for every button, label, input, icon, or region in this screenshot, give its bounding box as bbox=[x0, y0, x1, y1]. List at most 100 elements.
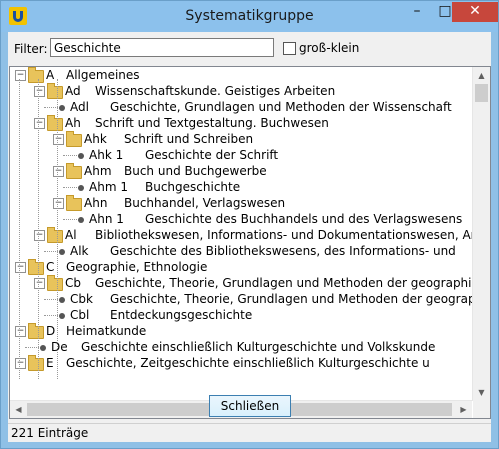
tree-row[interactable]: − E Geschichte, Zeitgeschichte einschließl… bbox=[10, 355, 470, 371]
collapse-icon[interactable]: − bbox=[15, 358, 26, 369]
scroll-right-icon[interactable]: ▶ bbox=[455, 401, 472, 418]
folder-icon bbox=[47, 227, 63, 243]
folder-icon bbox=[28, 67, 44, 83]
folder-icon bbox=[47, 83, 63, 99]
tree-item-code: Ahm bbox=[84, 164, 112, 178]
tree-connector bbox=[57, 79, 58, 379]
tree-row[interactable]: − D Heimatkunde bbox=[10, 323, 470, 339]
bullet-icon bbox=[78, 217, 84, 223]
tree-item-label: Geschichte der Schrift bbox=[145, 148, 279, 162]
tree-row[interactable]: − Cb Geschichte, Theorie, Grundlagen und M… bbox=[10, 275, 484, 291]
folder-icon bbox=[28, 259, 44, 275]
tree-item-code: Ahn bbox=[84, 196, 108, 210]
folder-icon bbox=[66, 163, 82, 179]
tree-item-label: Entdeckungsgeschichte bbox=[110, 308, 253, 322]
tree-item-label: Geschichte, Theorie, Grundlagen und Meth… bbox=[110, 292, 491, 306]
collapse-icon[interactable]: − bbox=[53, 134, 64, 145]
tree-connector bbox=[44, 315, 58, 316]
tree-row[interactable]: Cbl Entdeckungsgeschichte bbox=[10, 307, 470, 323]
entry-count: 221 Einträge bbox=[11, 426, 89, 440]
tree-item-label: Geschichte des Buchhandels und des Verla… bbox=[145, 212, 463, 226]
tree-item-code: Cbl bbox=[70, 308, 90, 322]
scrollbar-corner bbox=[473, 401, 490, 418]
dialog-window: Systematikgruppe – □ ✕ Filter: groß-klei… bbox=[0, 0, 499, 449]
vertical-scrollbar[interactable]: ▲ ▼ bbox=[472, 67, 490, 401]
tree-row[interactable]: − Al Bibliothekswesen, Informations- und D… bbox=[10, 227, 482, 243]
tree-item-label: Allgemeines bbox=[66, 68, 140, 82]
tree-connector bbox=[44, 107, 58, 108]
case-sensitive-checkbox[interactable] bbox=[283, 42, 296, 55]
tree-item-code: De bbox=[51, 340, 68, 354]
tree-item-label: Geschichte des Bibliothekswesens, des In… bbox=[110, 244, 456, 258]
title-bar[interactable]: Systematikgruppe – □ ✕ bbox=[1, 1, 498, 32]
category-tree[interactable]: − A Allgemeines − Ad Wissenschaftskunde. Geis… bbox=[9, 66, 491, 419]
tree-row[interactable]: − Ah Schrift und Textgestaltung. Buchwesen bbox=[10, 115, 470, 131]
collapse-icon[interactable]: − bbox=[53, 166, 64, 177]
tree-connector bbox=[63, 219, 77, 220]
tree-item-code: D bbox=[46, 324, 56, 338]
tree-item-code: Ahk 1 bbox=[89, 148, 124, 162]
case-sensitive-label: groß-klein bbox=[299, 41, 360, 55]
tree-item-code: Adl bbox=[70, 100, 89, 114]
tree-item-label: Geschichte, Zeitgeschichte einschließlic… bbox=[66, 356, 430, 370]
tree-row[interactable]: Cbk Geschichte, Theorie, Grundlagen und M… bbox=[10, 291, 490, 307]
folder-icon bbox=[47, 275, 63, 291]
tree-row[interactable]: De Geschichte einschließlich Kulturgeschi… bbox=[10, 339, 470, 355]
folder-icon bbox=[28, 323, 44, 339]
collapse-icon[interactable]: − bbox=[34, 230, 45, 241]
tree-item-label: Buchhandel, Verlagswesen bbox=[124, 196, 286, 210]
tree-connector bbox=[44, 251, 58, 252]
tree-row[interactable]: − C Geographie, Ethnologie bbox=[10, 259, 470, 275]
collapse-icon[interactable]: − bbox=[34, 86, 45, 97]
tree-row[interactable]: Ahk 1 Geschichte der Schrift bbox=[10, 147, 470, 163]
tree-item-label: Bibliothekswesen, Informations- und Doku… bbox=[95, 228, 482, 242]
tree-row[interactable]: − A Allgemeines bbox=[10, 67, 470, 83]
folder-icon bbox=[28, 355, 44, 371]
tree-item-code: Alk bbox=[70, 244, 89, 258]
close-button[interactable]: Schließen bbox=[209, 395, 291, 417]
vertical-scroll-thumb[interactable] bbox=[475, 84, 488, 102]
tree-item-label: Schrift und Textgestaltung. Buchwesen bbox=[95, 116, 329, 130]
tree-row[interactable]: − Ahm Buch und Buchgewerbe bbox=[10, 163, 470, 179]
tree-item-code: Ahk bbox=[84, 132, 107, 146]
collapse-icon[interactable]: − bbox=[34, 278, 45, 289]
collapse-icon[interactable]: − bbox=[15, 70, 26, 81]
close-window-button[interactable]: ✕ bbox=[452, 2, 498, 22]
tree-connector bbox=[19, 79, 20, 379]
tree-item-label: Wissenschaftskunde. Geistiges Arbeiten bbox=[95, 84, 336, 98]
scroll-left-icon[interactable]: ◀ bbox=[10, 401, 27, 418]
tree-item-code: Cbk bbox=[70, 292, 93, 306]
tree-connector bbox=[63, 187, 77, 188]
bullet-icon bbox=[59, 249, 65, 255]
collapse-icon[interactable]: − bbox=[15, 262, 26, 273]
tree-item-label: Heimatkunde bbox=[66, 324, 147, 338]
tree-item-code: Ah bbox=[65, 116, 81, 130]
tree-row[interactable]: Ahn 1 Geschichte des Buchhandels und des … bbox=[10, 211, 470, 227]
tree-row[interactable]: − Ad Wissenschaftskunde. Geistiges Arbeite… bbox=[10, 83, 470, 99]
tree-row[interactable]: Alk Geschichte des Bibliothekswesens, des… bbox=[10, 243, 470, 259]
filter-input[interactable] bbox=[50, 38, 274, 57]
tree-row[interactable]: − Ahk Schrift und Schreiben bbox=[10, 131, 470, 147]
tree-item-label: Geschichte, Theorie, Grundlagen und Meth… bbox=[95, 276, 485, 290]
tree-row[interactable]: Ahm 1 Buchgeschichte bbox=[10, 179, 470, 195]
scroll-up-icon[interactable]: ▲ bbox=[473, 67, 490, 84]
minimize-button[interactable]: – bbox=[403, 2, 431, 22]
bullet-icon bbox=[40, 345, 46, 351]
status-bar: 221 Einträge bbox=[8, 423, 491, 442]
bullet-icon bbox=[59, 105, 65, 111]
tree-item-code: A bbox=[46, 68, 55, 82]
tree-row[interactable]: − Ahn Buchhandel, Verlagswesen bbox=[10, 195, 470, 211]
collapse-icon[interactable]: − bbox=[15, 326, 26, 337]
tree-connector bbox=[63, 155, 77, 156]
tree-connector bbox=[44, 299, 58, 300]
tree-item-label: Buch und Buchgewerbe bbox=[124, 164, 267, 178]
tree-item-label: Buchgeschichte bbox=[145, 180, 241, 194]
scroll-down-icon[interactable]: ▼ bbox=[473, 384, 490, 401]
collapse-icon[interactable]: − bbox=[53, 198, 64, 209]
tree-item-label: Schrift und Schreiben bbox=[124, 132, 254, 146]
bullet-icon bbox=[78, 153, 84, 159]
tree-connector bbox=[38, 79, 39, 379]
tree-row[interactable]: Adl Geschichte, Grundlagen und Methoden d… bbox=[10, 99, 470, 115]
collapse-icon[interactable]: − bbox=[34, 118, 45, 129]
folder-icon bbox=[66, 195, 82, 211]
